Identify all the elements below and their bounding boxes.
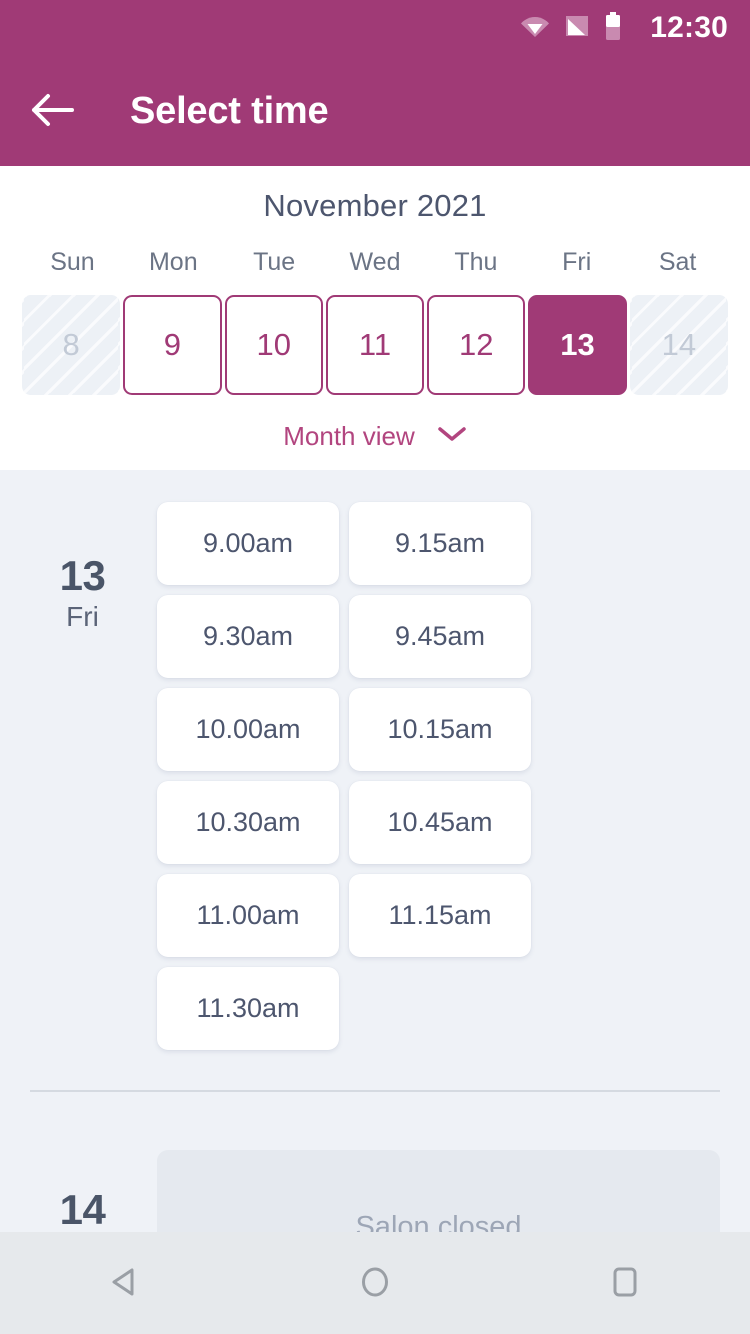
android-recents-icon — [606, 1263, 644, 1304]
time-slot-button[interactable]: 10.30am — [157, 781, 339, 864]
battery-icon — [604, 11, 622, 45]
schedule-day-label: 14 Sun — [30, 1150, 135, 1232]
android-back-button[interactable] — [70, 1232, 180, 1334]
calendar-day-cell[interactable]: 9 — [123, 295, 222, 395]
schedule-day-label: 13 Fri — [30, 502, 135, 636]
calendar-weekday-row: Sun Mon Tue Wed Thu Fri Sat — [0, 248, 750, 295]
schedule-day-block: 13 Fri 9.00am 9.15am 9.30am 9.45am 10.00… — [0, 470, 750, 1050]
calendar-day-row: 8 9 10 11 12 13 14 — [0, 295, 750, 395]
back-button[interactable] — [30, 83, 86, 139]
wifi-icon — [520, 14, 550, 43]
android-recents-button[interactable] — [570, 1232, 680, 1334]
time-slot-button[interactable]: 11.00am — [157, 874, 339, 957]
android-home-icon — [356, 1263, 394, 1304]
schedule-day-number: 14 — [59, 1186, 106, 1232]
calendar-day-cell[interactable]: 11 — [325, 295, 425, 395]
time-slot-button[interactable]: 10.15am — [349, 688, 531, 771]
calendar-day-cell-selected[interactable]: 13 — [528, 295, 627, 395]
cellular-signal-icon — [564, 14, 590, 43]
schedule-day-block: 14 Sun Salon closed — [0, 1092, 750, 1232]
weekday-header: Sun — [50, 248, 95, 276]
calendar-panel: November 2021 Sun Mon Tue Wed Thu Fri Sa… — [0, 166, 750, 470]
schedule-scroll-area[interactable]: 13 Fri 9.00am 9.15am 9.30am 9.45am 10.00… — [0, 470, 750, 1232]
time-slot-button[interactable]: 10.45am — [349, 781, 531, 864]
weekday-header: Tue — [253, 248, 296, 276]
calendar-day-cell: 8 — [22, 295, 121, 395]
calendar-month-title: November 2021 — [263, 188, 487, 223]
weekday-header: Fri — [562, 248, 592, 276]
schedule-day-number: 13 — [59, 552, 106, 599]
android-home-button[interactable] — [320, 1232, 430, 1334]
month-view-toggle[interactable]: Month view — [0, 395, 750, 452]
time-slot-button[interactable]: 11.30am — [157, 967, 339, 1050]
weekday-header: Sat — [658, 248, 697, 276]
time-slot-button[interactable]: 10.00am — [157, 688, 339, 771]
time-slot-button[interactable]: 9.45am — [349, 595, 531, 678]
status-bar: 12:30 — [0, 0, 750, 56]
status-bar-clock: 12:30 — [650, 11, 728, 44]
weekday-header: Thu — [454, 248, 498, 276]
weekday-header: Mon — [148, 248, 198, 276]
weekday-header: Wed — [349, 248, 401, 276]
status-bar-icons: 12:30 — [520, 11, 728, 45]
calendar-day-cell[interactable]: 10 — [224, 295, 323, 395]
time-slot-button[interactable]: 9.00am — [157, 502, 339, 585]
calendar-day-cell: 14 — [629, 295, 728, 395]
time-slot-button[interactable]: 9.15am — [349, 502, 531, 585]
chevron-down-icon — [437, 425, 467, 448]
page-title: Select time — [130, 89, 329, 132]
app-bar: Select time — [0, 56, 750, 166]
android-navigation-bar — [0, 1232, 750, 1334]
time-slot-grid: 9.00am 9.15am 9.30am 9.45am 10.00am 10.1… — [135, 502, 720, 1050]
time-slot-button[interactable]: 11.15am — [349, 874, 531, 957]
salon-closed-card: Salon closed — [157, 1150, 720, 1232]
phone-screen: 12:30 Select time November 2021 Sun Mon … — [0, 0, 750, 1334]
calendar-day-cell[interactable]: 12 — [427, 295, 526, 395]
time-slot-button[interactable]: 9.30am — [157, 595, 339, 678]
back-arrow-icon — [30, 93, 74, 130]
schedule-day-name: Fri — [66, 601, 99, 633]
month-view-label: Month view — [283, 421, 415, 451]
android-back-icon — [106, 1263, 144, 1304]
